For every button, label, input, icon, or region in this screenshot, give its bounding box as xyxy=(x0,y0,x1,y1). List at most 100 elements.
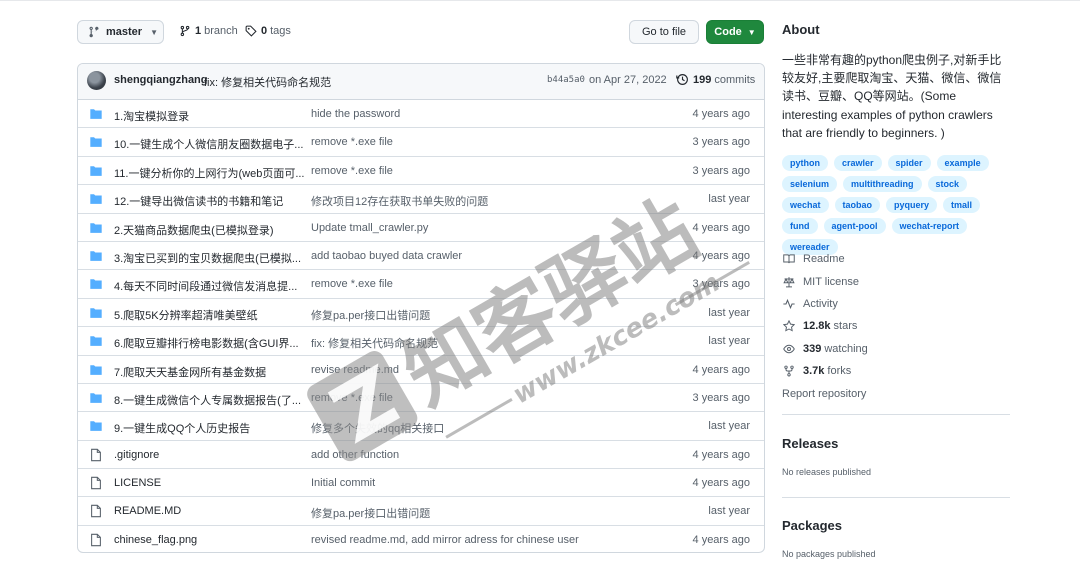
file-row[interactable]: chinese_flag.png revised readme.md, add m… xyxy=(78,526,764,552)
commit-author[interactable]: shengqiangzhang xyxy=(114,74,208,86)
topic-tag[interactable]: fund xyxy=(782,218,818,234)
topic-tag[interactable]: python xyxy=(782,155,828,171)
commit-message[interactable]: fix: 修复相关代码命名规范 xyxy=(204,74,331,90)
topic-tag[interactable]: multithreading xyxy=(843,176,922,192)
file-row[interactable]: 9.一键生成QQ个人历史报告 修复多个失效的qq相关接口 last year xyxy=(78,412,764,441)
file-row[interactable]: 1.淘宝模拟登录 hide the password 4 years ago xyxy=(78,100,764,129)
file-name[interactable]: README.MD xyxy=(114,505,304,517)
commit-sha[interactable]: b44a5a0 xyxy=(547,75,585,85)
activity-link[interactable]: Activity xyxy=(782,293,868,315)
file-name[interactable]: 1.淘宝模拟登录 xyxy=(114,108,304,124)
readme-link[interactable]: Readme xyxy=(782,248,868,270)
file-commit-date: 4 years ago xyxy=(692,363,750,376)
license-link[interactable]: MIT license xyxy=(782,270,868,292)
file-commit-message[interactable]: 修复pa.per接口出错问题 xyxy=(311,307,661,323)
file-name[interactable]: 5.爬取5K分辨率超清唯美壁纸 xyxy=(114,307,304,323)
file-commit-message[interactable]: revised readme.md, add mirror adress for… xyxy=(311,534,661,546)
file-commit-message[interactable]: remove *.exe file xyxy=(311,136,661,148)
activity-label: Activity xyxy=(803,297,838,310)
topic-tag[interactable]: stock xyxy=(927,176,968,192)
file-commit-message[interactable]: 修复多个失效的qq相关接口 xyxy=(311,420,661,436)
file-commit-message[interactable]: fix: 修复相关代码命名规范 xyxy=(311,335,661,351)
file-row[interactable]: 7.爬取天天基金网所有基金数据 revise readme.md 4 years a… xyxy=(78,356,764,384)
file-name[interactable]: 11.一键分析你的上网行为(web页面可... xyxy=(114,165,304,181)
file-row[interactable]: 10.一键生成个人微信朋友圈数据电子... remove *.exe file 3 … xyxy=(78,128,764,157)
file-name[interactable]: 4.每天不同时间段通过微信发消息提... xyxy=(114,278,304,294)
file-row[interactable]: 2.天猫商品数据爬虫(已模拟登录) Update tmall_crawler.py… xyxy=(78,214,764,242)
law-icon xyxy=(782,275,796,289)
branches-link[interactable]: 1 branch xyxy=(179,25,238,37)
file-commit-message[interactable]: revise readme.md xyxy=(311,364,661,376)
tags-link[interactable]: 0 tags xyxy=(245,25,291,37)
file-commit-message[interactable]: remove *.exe file xyxy=(311,392,661,404)
folder-icon xyxy=(90,222,102,233)
topic-tag[interactable]: selenium xyxy=(782,176,838,192)
file-commit-date: last year xyxy=(708,505,750,518)
file-commit-date: 3 years ago xyxy=(692,136,750,149)
packages-title[interactable]: Packages xyxy=(782,518,842,533)
forks-count: 3.7k xyxy=(803,365,825,378)
file-row[interactable]: README.MD 修复pa.per接口出错问题 last year xyxy=(78,497,764,526)
file-list: shengqiangzhang fix: 修复相关代码命名规范 b44a5a0 … xyxy=(77,63,765,553)
forks-link[interactable]: 3.7k forks xyxy=(782,360,868,382)
commit-history-link[interactable]: 199 commits xyxy=(676,73,755,86)
file-commit-message[interactable]: remove *.exe file xyxy=(311,165,661,177)
file-row[interactable]: 12.一键导出微信读书的书籍和笔记 修改项目12存在获取书单失败的问题 last y… xyxy=(78,185,764,214)
file-name[interactable]: 3.淘宝已买到的宝贝数据爬虫(已模拟... xyxy=(114,250,304,266)
file-commit-message[interactable]: Update tmall_crawler.py xyxy=(311,222,661,234)
file-row[interactable]: 3.淘宝已买到的宝贝数据爬虫(已模拟... add taobao buyed da… xyxy=(78,242,764,271)
file-row[interactable]: 11.一键分析你的上网行为(web页面可... remove *.exe file… xyxy=(78,157,764,186)
tag-icon xyxy=(245,25,257,37)
topic-tag[interactable]: agent-pool xyxy=(823,218,886,234)
file-name[interactable]: 6.爬取豆瓣排行榜电影数据(含GUI界... xyxy=(114,335,304,351)
topic-tag[interactable]: example xyxy=(936,155,989,171)
folder-icon xyxy=(90,421,102,432)
file-row[interactable]: 8.一键生成微信个人专属数据报告(了... remove *.exe file 3 … xyxy=(78,384,764,413)
topic-tag[interactable]: taobao xyxy=(834,197,881,213)
file-name[interactable]: chinese_flag.png xyxy=(114,534,304,546)
file-row[interactable]: 6.爬取豆瓣排行榜电影数据(含GUI界... fix: 修复相关代码命名规范 las… xyxy=(78,327,764,356)
book-icon xyxy=(782,252,796,266)
divider xyxy=(782,497,1010,498)
file-row[interactable]: 4.每天不同时间段通过微信发消息提... remove *.exe file 3 y… xyxy=(78,270,764,299)
go-to-file-button[interactable]: Go to file xyxy=(629,20,699,44)
file-name[interactable]: .gitignore xyxy=(114,449,304,461)
file-name[interactable]: 7.爬取天天基金网所有基金数据 xyxy=(114,364,304,380)
releases-title[interactable]: Releases xyxy=(782,436,838,451)
file-commit-date: 3 years ago xyxy=(692,278,750,291)
file-commit-message[interactable]: Initial commit xyxy=(311,477,661,489)
topic-tag[interactable]: spider xyxy=(887,155,931,171)
file-name[interactable]: LICENSE xyxy=(114,477,304,489)
file-commit-message[interactable]: hide the password xyxy=(311,108,661,120)
file-commit-message[interactable]: 修复pa.per接口出错问题 xyxy=(311,505,661,521)
watching-link[interactable]: 339 watching xyxy=(782,338,868,360)
file-icon xyxy=(91,533,101,547)
file-commit-message[interactable]: add other function xyxy=(311,449,661,461)
about-title: About xyxy=(782,22,820,37)
file-name[interactable]: 12.一键导出微信读书的书籍和笔记 xyxy=(114,193,304,209)
file-name[interactable]: 2.天猫商品数据爬虫(已模拟登录) xyxy=(114,222,304,238)
file-row[interactable]: .gitignore add other function 4 years ago xyxy=(78,441,764,470)
file-commit-message[interactable]: add taobao buyed data crawler xyxy=(311,250,661,262)
avatar[interactable] xyxy=(87,71,106,90)
eye-icon xyxy=(782,342,796,356)
stars-link[interactable]: 12.8k stars xyxy=(782,315,868,337)
file-rows: 1.淘宝模拟登录 hide the password 4 years ago 10.一… xyxy=(78,100,764,552)
file-commit-message[interactable]: 修改项目12存在获取书单失败的问题 xyxy=(311,193,661,209)
file-icon xyxy=(91,505,101,518)
file-name[interactable]: 9.一键生成QQ个人历史报告 xyxy=(114,420,304,436)
topic-tag[interactable]: crawler xyxy=(834,155,882,171)
branch-selector-button[interactable]: master ▼ xyxy=(77,20,164,44)
topic-tag[interactable]: wechat xyxy=(782,197,829,213)
file-row[interactable]: 5.爬取5K分辨率超清唯美壁纸 修复pa.per接口出错问题 last year xyxy=(78,299,764,328)
file-commit-date: last year xyxy=(708,193,750,206)
topic-tag[interactable]: wechat-report xyxy=(891,218,968,234)
topic-tag[interactable]: pyquery xyxy=(886,197,938,213)
file-name[interactable]: 8.一键生成微信个人专属数据报告(了... xyxy=(114,392,304,408)
report-repository-link[interactable]: Report repository xyxy=(782,382,868,404)
file-name[interactable]: 10.一键生成个人微信朋友圈数据电子... xyxy=(114,136,304,152)
topic-tag[interactable]: tmall xyxy=(943,197,981,213)
file-commit-message[interactable]: remove *.exe file xyxy=(311,278,661,290)
file-row[interactable]: LICENSE Initial commit 4 years ago xyxy=(78,469,764,498)
code-button[interactable]: Code ▼ xyxy=(706,20,764,44)
